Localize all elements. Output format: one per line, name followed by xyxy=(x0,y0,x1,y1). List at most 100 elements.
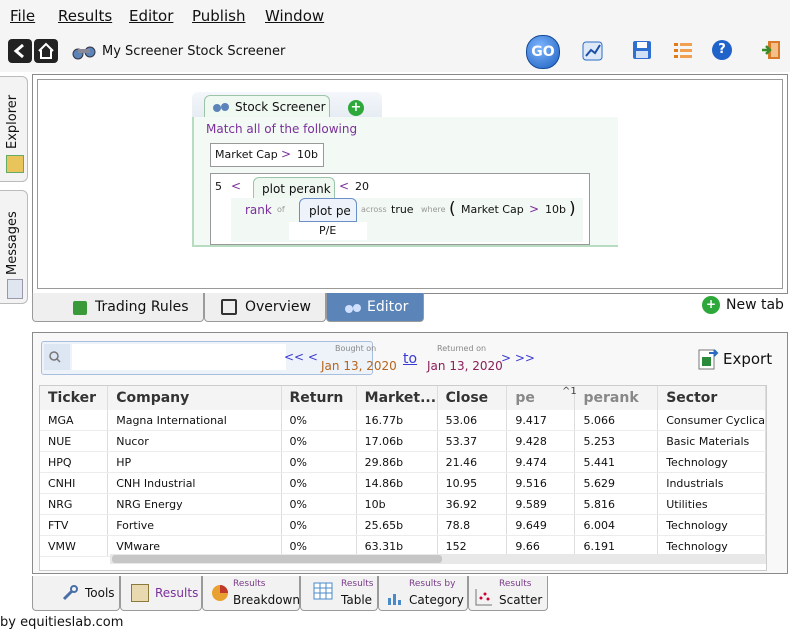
menu-window[interactable]: Window xyxy=(265,7,324,25)
tab-results[interactable]: Results xyxy=(120,576,202,611)
table-row[interactable]: NUE Nucor 0% 17.06b 53.37 9.428 5.253 Basic Mat… xyxy=(40,430,766,452)
tab-table[interactable]: Results Table xyxy=(300,576,378,611)
col-ticker[interactable]: Ticker xyxy=(40,386,109,410)
rule-market-cap[interactable]: Market Cap > 10b xyxy=(210,143,324,167)
category-big-label: Category xyxy=(409,593,464,607)
table-cell: 25.65b xyxy=(356,514,438,536)
scatter-small-label: Results xyxy=(499,579,532,589)
back-icon[interactable] xyxy=(8,39,32,63)
search-input[interactable] xyxy=(72,344,286,370)
menu-results[interactable]: Results xyxy=(58,7,112,25)
horizontal-scroll-thumb[interactable] xyxy=(112,555,442,563)
explorer-icon xyxy=(6,155,24,173)
tab-scatter[interactable]: Results Scatter xyxy=(468,576,548,611)
menu-publish[interactable]: Publish xyxy=(192,7,245,25)
save-icon[interactable] xyxy=(632,40,652,63)
footer-text: by equitieslab.com xyxy=(0,615,124,630)
table-row[interactable]: HPQ HP 0% 29.86b 21.46 9.474 5.441 Technology xyxy=(40,451,766,473)
tab-overview-label: Overview xyxy=(245,299,311,315)
tab-explorer[interactable]: Explorer xyxy=(0,76,28,182)
export-icon xyxy=(697,349,719,374)
new-tab-button[interactable]: New tab xyxy=(726,297,784,313)
rule2-right-op: < xyxy=(339,179,350,193)
messages-label: Messages xyxy=(5,211,20,275)
table-cell: 17.06b xyxy=(356,430,438,452)
scatter-icon xyxy=(475,588,493,609)
editor-binoculars-icon xyxy=(343,302,363,318)
next-nav[interactable]: > >> xyxy=(501,351,535,365)
table-cell: Nucor xyxy=(107,430,282,452)
category-small-label: Results by xyxy=(409,579,456,589)
table-cell: 10.95 xyxy=(437,472,508,494)
table-row[interactable]: FTV Fortive 0% 25.65b 78.8 9.649 6.004 Technolo… xyxy=(40,514,766,536)
table-cell: 9.428 xyxy=(506,430,576,452)
window-title: My Screener Stock Screener xyxy=(102,44,286,59)
open-paren: ( xyxy=(449,199,456,219)
rank-label[interactable]: rank xyxy=(245,203,272,217)
col-sector[interactable]: Sector xyxy=(657,386,766,410)
col-market[interactable]: Market... xyxy=(356,386,438,410)
exit-icon[interactable] xyxy=(760,39,782,64)
help-icon[interactable]: ? xyxy=(712,40,732,60)
table-cell: 5.441 xyxy=(574,451,659,473)
prev-nav[interactable]: << < xyxy=(284,350,318,364)
table-cell: 10b xyxy=(356,493,438,515)
messages-icon xyxy=(7,279,23,299)
true-label[interactable]: true xyxy=(391,203,414,216)
table-cell: Magna International xyxy=(107,410,282,431)
editor-panel: Stock Screener + Match all of the follow… xyxy=(32,74,788,294)
tab-trading-rules[interactable]: Trading Rules xyxy=(32,293,204,322)
chart-icon[interactable] xyxy=(582,40,604,65)
table-cell: 21.46 xyxy=(437,451,508,473)
where-label: where xyxy=(421,205,446,214)
returned-date[interactable]: Jan 13, 2020 xyxy=(427,359,503,373)
tab-messages[interactable]: Messages xyxy=(0,190,28,304)
table-cell: 5.629 xyxy=(574,472,659,494)
plot-pe-func[interactable]: plot pe xyxy=(299,198,357,222)
list-icon[interactable] xyxy=(674,42,694,63)
tab-breakdown[interactable]: Results Breakdown xyxy=(202,576,300,611)
table-cell: Basic Materials xyxy=(657,430,766,452)
table-big-label: Table xyxy=(341,593,373,607)
search-icon[interactable] xyxy=(44,344,70,370)
trading-rules-icon xyxy=(73,301,87,315)
match-text[interactable]: Match all of the following xyxy=(206,122,357,136)
binoculars-small-icon xyxy=(211,101,231,116)
results-table-container: Ticker Company Return Market... Close pe… xyxy=(39,385,767,571)
tab-editor-label: Editor xyxy=(367,299,409,315)
explorer-label: Explorer xyxy=(5,94,20,149)
rule-perank[interactable]: 5 < plot perank < 20 rank of plot pe P/E xyxy=(210,173,590,245)
menu-bar: File Results Editor Publish Window xyxy=(0,0,790,32)
table-cell: 9.516 xyxy=(506,472,576,494)
horizontal-scrollbar[interactable] xyxy=(110,554,766,564)
to-link[interactable]: to xyxy=(403,351,417,367)
col-company[interactable]: Company xyxy=(107,386,282,410)
table-row[interactable]: NRG NRG Energy 0% 10b 36.92 9.589 5.816 Utiliti… xyxy=(40,493,766,515)
table-cell: 6.004 xyxy=(574,514,659,536)
tab-editor[interactable]: Editor xyxy=(326,293,424,322)
table-cell: 0% xyxy=(281,472,357,494)
home-icon[interactable] xyxy=(34,39,58,63)
new-tab-icon[interactable]: + xyxy=(702,296,720,314)
menu-editor[interactable]: Editor xyxy=(129,7,173,25)
table-row[interactable]: MGA Magna International 0% 16.77b 53.06 9.417… xyxy=(40,410,766,431)
plot-perank-func[interactable]: plot perank xyxy=(253,177,335,198)
col-return[interactable]: Return xyxy=(281,386,357,410)
menu-file[interactable]: File xyxy=(10,7,35,25)
rank-expression: rank of plot pe P/E across true where ( … xyxy=(231,198,583,242)
close-paren: ) xyxy=(569,199,576,219)
bought-date[interactable]: Jan 13, 2020 xyxy=(321,359,397,373)
go-button[interactable]: GO xyxy=(526,35,560,69)
tab-category[interactable]: Results by Category xyxy=(378,576,468,611)
results-panel: << < Bought on Jan 13, 2020 to Returned … xyxy=(32,332,788,574)
col-perank[interactable]: perank xyxy=(574,386,659,410)
add-screener-icon[interactable]: + xyxy=(348,100,364,116)
table-cell: Technology xyxy=(657,514,766,536)
export-button[interactable]: Export xyxy=(723,350,772,368)
tab-overview[interactable]: Overview xyxy=(204,293,326,322)
returned-label: Returned on xyxy=(437,344,487,353)
screener-tab[interactable]: Stock Screener xyxy=(204,95,330,118)
tab-tools[interactable]: Tools xyxy=(32,576,120,611)
col-close[interactable]: Close xyxy=(437,386,508,410)
table-row[interactable]: CNHI CNH Industrial 0% 14.86b 10.95 9.516 5.62… xyxy=(40,472,766,494)
